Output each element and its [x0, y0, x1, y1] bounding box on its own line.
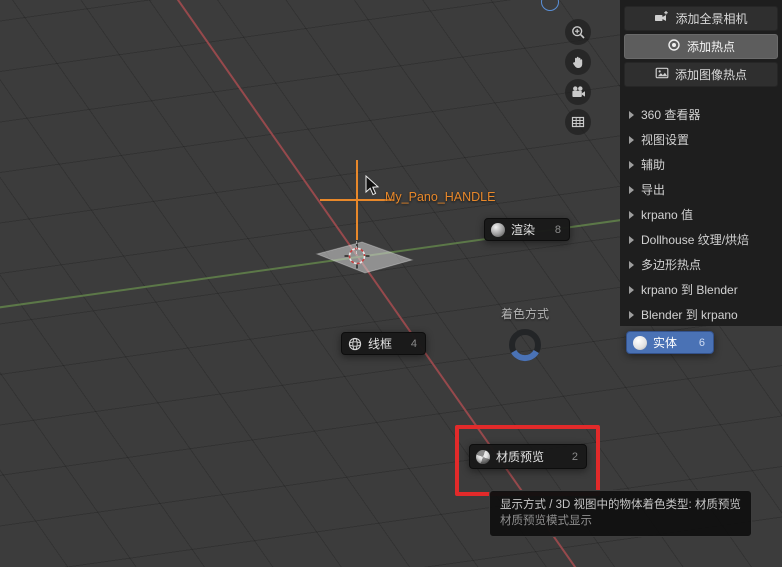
- section-label: Dollhouse 纹理/烘焙: [641, 233, 750, 247]
- image-hotspot-icon: [655, 66, 669, 83]
- chevron-right-icon: [629, 135, 634, 144]
- panel-spacer: [620, 90, 782, 102]
- blender-window: My_Pano_HANDLE 着色方式 渲染 8 线框 4 实体 6 材质预览 …: [0, 0, 782, 567]
- section-export[interactable]: 导出: [620, 177, 782, 202]
- 3d-cursor: [344, 243, 370, 269]
- sidebar-panel: 添加全景相机 添加热点 添加图像热点 360 查看器 视图设置 辅助 导出 kr…: [620, 0, 782, 326]
- section-auxiliary[interactable]: 辅助: [620, 152, 782, 177]
- panorama-camera-icon: [654, 10, 669, 27]
- red-annotation-box: [455, 425, 600, 496]
- pie-item-solid[interactable]: 实体 6: [626, 331, 714, 354]
- add-panorama-camera-button[interactable]: 添加全景相机: [624, 6, 778, 31]
- section-krpano-to-blender[interactable]: krpano 到 Blender: [620, 277, 782, 302]
- camera-view-icon: [571, 85, 586, 100]
- hotspot-target-icon: [667, 38, 681, 55]
- chevron-right-icon: [629, 310, 634, 319]
- hand-pan-icon: [571, 55, 585, 69]
- section-view-settings[interactable]: 视图设置: [620, 127, 782, 152]
- grid-ortho-icon: [571, 115, 585, 129]
- tooltip: 显示方式 / 3D 视图中的物体着色类型: 材质预览 材质预览模式显示: [489, 490, 752, 537]
- pie-item-wireframe[interactable]: 线框 4: [341, 332, 426, 355]
- tooltip-line2: 材质预览模式显示: [500, 515, 592, 527]
- viewport-nav-toolbar: [565, 19, 591, 135]
- section-blender-to-krpano[interactable]: Blender 到 krpano: [620, 302, 782, 327]
- section-polygon-hotspot[interactable]: 多边形热点: [620, 252, 782, 277]
- wireframe-sphere-icon: [348, 337, 362, 351]
- tooltip-line1: 显示方式 / 3D 视图中的物体着色类型: 材质预览: [500, 499, 741, 511]
- section-360-viewer[interactable]: 360 查看器: [620, 102, 782, 127]
- gizmo-axis-horizontal[interactable]: [320, 199, 394, 201]
- chevron-right-icon: [629, 110, 634, 119]
- section-krpano-values[interactable]: krpano 值: [620, 202, 782, 227]
- chevron-right-icon: [629, 185, 634, 194]
- section-label: 导出: [641, 183, 666, 197]
- chevron-right-icon: [629, 235, 634, 244]
- camera-view-button[interactable]: [565, 79, 591, 105]
- pie-menu-direction-indicator: [507, 327, 543, 368]
- pie-item-rendered[interactable]: 渲染 8: [484, 218, 570, 241]
- zoom-button[interactable]: [565, 19, 591, 45]
- pie-item-label: 线框: [368, 337, 393, 351]
- grid-ortho-button[interactable]: [565, 109, 591, 135]
- solid-sphere-icon: [633, 335, 647, 350]
- mouse-cursor-icon: [365, 175, 380, 196]
- pie-item-shortcut: 4: [410, 337, 417, 350]
- sidebar-button-label: 添加热点: [686, 40, 735, 54]
- section-label: 辅助: [641, 158, 666, 172]
- section-label: Blender 到 krpano: [641, 308, 738, 322]
- add-hotspot-button[interactable]: 添加热点: [624, 34, 778, 59]
- section-dollhouse-texture-bake[interactable]: Dollhouse 纹理/烘焙: [620, 227, 782, 252]
- section-label: krpano 值: [641, 208, 694, 222]
- section-label: 多边形热点: [641, 258, 702, 272]
- section-label: krpano 到 Blender: [641, 283, 738, 297]
- sidebar-button-label: 添加全景相机: [675, 12, 748, 26]
- nav-gizmo-partial-circle[interactable]: [541, 0, 559, 11]
- chevron-right-icon: [629, 160, 634, 169]
- pie-item-shortcut: 6: [698, 336, 705, 349]
- chevron-right-icon: [629, 285, 634, 294]
- zoom-in-icon: [571, 25, 586, 40]
- chevron-right-icon: [629, 210, 634, 219]
- pie-item-shortcut: 8: [554, 223, 561, 236]
- chevron-right-icon: [629, 260, 634, 269]
- pan-button[interactable]: [565, 49, 591, 75]
- pie-menu-title: 着色方式: [500, 307, 549, 321]
- pie-item-label: 实体: [653, 336, 678, 350]
- sidebar-button-label: 添加图像热点: [674, 68, 747, 82]
- pie-item-label: 渲染: [511, 223, 536, 237]
- section-label: 360 查看器: [641, 108, 701, 122]
- rendered-sphere-icon: [491, 222, 505, 237]
- section-label: 视图设置: [641, 133, 690, 147]
- add-image-hotspot-button[interactable]: 添加图像热点: [624, 62, 778, 87]
- object-name-label: My_Pano_HANDLE: [385, 190, 496, 204]
